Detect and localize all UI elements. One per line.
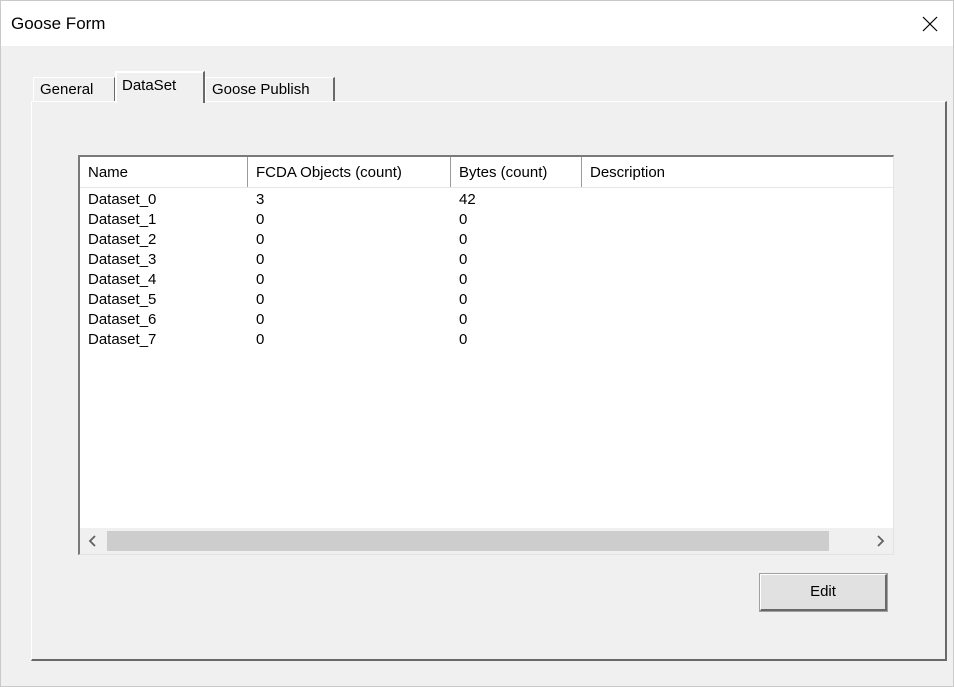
dataset-tab-panel: Name FCDA Objects (count) Bytes (count) … [31, 101, 947, 661]
cell-name: Dataset_3 [88, 251, 157, 268]
cell-name: Dataset_2 [88, 231, 157, 248]
table-row[interactable]: Dataset_5 0 0 [80, 290, 893, 310]
title-bar: Goose Form [1, 1, 953, 46]
cell-name: Dataset_0 [88, 191, 157, 208]
cell-name: Dataset_6 [88, 311, 157, 328]
cell-description [582, 210, 590, 230]
cell-name: Dataset_1 [88, 211, 157, 228]
list-header: Name FCDA Objects (count) Bytes (count) … [80, 157, 893, 188]
cell-description [582, 230, 590, 250]
cell-description [582, 250, 590, 270]
cell-description [582, 270, 590, 290]
cell-description [582, 310, 590, 330]
scroll-right-button[interactable] [867, 528, 893, 554]
cell-fcda-count: 0 [256, 251, 265, 268]
cell-bytes-count: 0 [459, 231, 468, 248]
column-header-description[interactable]: Description [582, 157, 892, 187]
goose-form-window: Goose Form General DataSet Goose Publish… [0, 0, 954, 687]
column-header-fcda-objects[interactable]: FCDA Objects (count) [248, 157, 451, 187]
cell-fcda-count: 3 [256, 191, 265, 208]
cell-bytes-count: 0 [459, 291, 468, 308]
cell-description [582, 290, 590, 310]
cell-name: Dataset_5 [88, 291, 157, 308]
scroll-left-button[interactable] [80, 528, 106, 554]
cell-name: Dataset_7 [88, 331, 157, 348]
cell-fcda-count: 0 [256, 331, 265, 348]
window-title: Goose Form [11, 14, 106, 33]
edit-button[interactable]: Edit [759, 573, 888, 612]
chevron-right-icon [877, 535, 885, 547]
cell-fcda-count: 0 [256, 271, 265, 288]
cell-fcda-count: 0 [256, 231, 265, 248]
table-row[interactable]: Dataset_4 0 0 [80, 270, 893, 290]
tab-goose-publish[interactable]: Goose Publish [205, 77, 335, 101]
cell-bytes-count: 42 [459, 191, 476, 208]
tab-dataset[interactable]: DataSet [115, 71, 205, 103]
cell-fcda-count: 0 [256, 211, 265, 228]
cell-bytes-count: 0 [459, 311, 468, 328]
tab-general[interactable]: General [33, 77, 115, 101]
cell-description [582, 190, 590, 210]
cell-bytes-count: 0 [459, 251, 468, 268]
close-button[interactable] [907, 1, 953, 46]
cell-description [582, 330, 590, 350]
chevron-left-icon [88, 535, 96, 547]
column-header-name[interactable]: Name [80, 157, 248, 187]
column-header-bytes[interactable]: Bytes (count) [451, 157, 582, 187]
list-rows: Dataset_0 3 42 Dataset_1 0 0 Dataset_2 0… [80, 190, 893, 350]
cell-fcda-count: 0 [256, 311, 265, 328]
cell-bytes-count: 0 [459, 271, 468, 288]
table-row[interactable]: Dataset_0 3 42 [80, 190, 893, 210]
cell-bytes-count: 0 [459, 211, 468, 228]
horizontal-scrollbar[interactable] [80, 528, 893, 554]
cell-bytes-count: 0 [459, 331, 468, 348]
cell-fcda-count: 0 [256, 291, 265, 308]
cell-name: Dataset_4 [88, 271, 157, 288]
table-row[interactable]: Dataset_3 0 0 [80, 250, 893, 270]
table-row[interactable]: Dataset_1 0 0 [80, 210, 893, 230]
table-row[interactable]: Dataset_7 0 0 [80, 330, 893, 350]
scrollbar-thumb[interactable] [107, 531, 829, 551]
close-icon [922, 16, 938, 31]
table-row[interactable]: Dataset_2 0 0 [80, 230, 893, 250]
dataset-list-view[interactable]: Name FCDA Objects (count) Bytes (count) … [78, 155, 894, 555]
table-row[interactable]: Dataset_6 0 0 [80, 310, 893, 330]
